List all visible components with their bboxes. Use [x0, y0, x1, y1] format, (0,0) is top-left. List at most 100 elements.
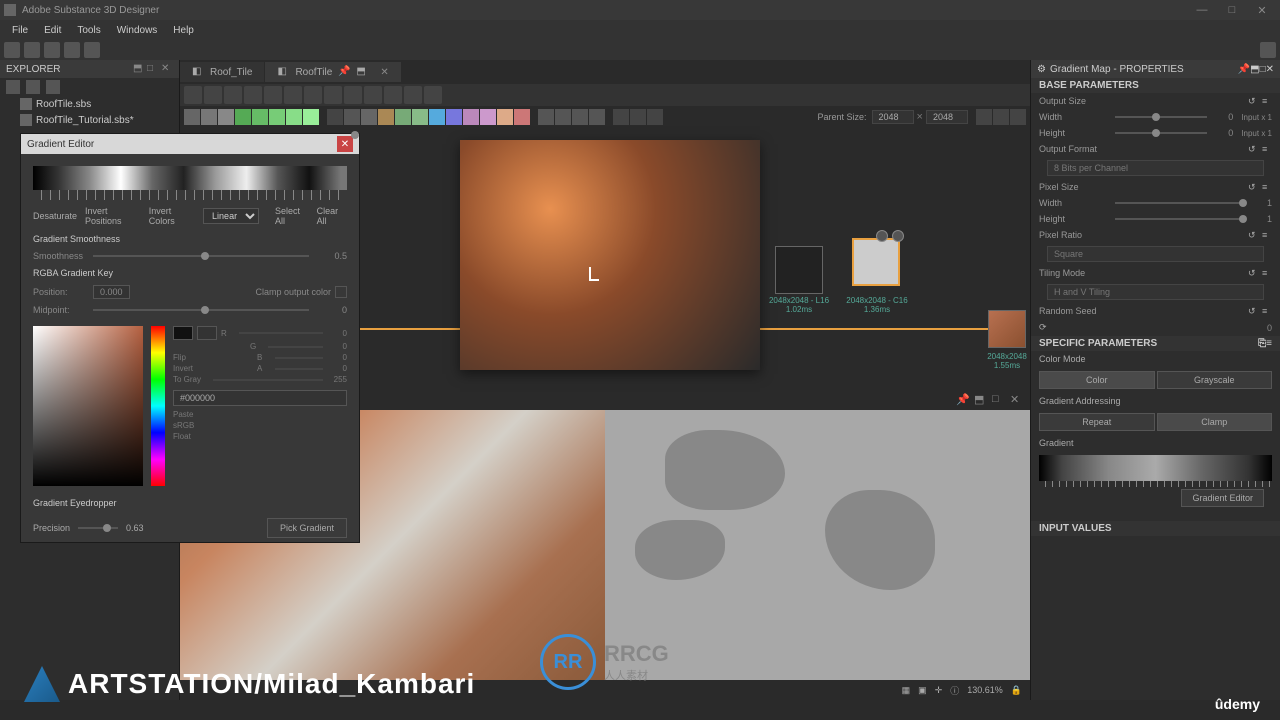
- pixel-ratio-dropdown[interactable]: Square: [1047, 246, 1264, 262]
- menu-icon[interactable]: ≡: [1262, 96, 1272, 106]
- hex-input[interactable]: #000000: [173, 390, 347, 406]
- menu-icon[interactable]: ≡: [1262, 306, 1272, 316]
- addressing-repeat-button[interactable]: Repeat: [1039, 413, 1155, 431]
- swatch-previous[interactable]: [197, 326, 217, 340]
- gradient-preview[interactable]: [1039, 455, 1272, 481]
- expand-icon[interactable]: □: [992, 393, 1004, 405]
- close-button[interactable]: ✕: [337, 136, 353, 152]
- shelf-node-10[interactable]: [344, 109, 360, 125]
- shelf-opt-1[interactable]: [976, 109, 992, 125]
- info-icon[interactable]: [244, 86, 262, 104]
- clamp-checkbox[interactable]: [335, 286, 347, 298]
- shelf-node-8[interactable]: [303, 109, 319, 125]
- menu-icon[interactable]: ≡: [1262, 182, 1272, 192]
- shelf-node-15[interactable]: [429, 109, 445, 125]
- tiling-mode-dropdown[interactable]: H and V Tiling: [1047, 284, 1264, 300]
- color-picker-field[interactable]: [33, 326, 143, 486]
- grid-icon[interactable]: ▦: [902, 685, 911, 696]
- tab-roof-tile-2[interactable]: ◧ RoofTile 📌 ⬒ ✕: [265, 62, 400, 82]
- shelf-node-4[interactable]: [235, 109, 251, 125]
- break-icon[interactable]: [364, 86, 382, 104]
- randomize-icon[interactable]: ⟳: [1039, 322, 1053, 333]
- addressing-clamp-button[interactable]: Clamp: [1157, 413, 1273, 431]
- new-icon[interactable]: [4, 42, 20, 58]
- open-icon[interactable]: [24, 42, 40, 58]
- shelf-node-19[interactable]: [497, 109, 513, 125]
- shelf-node-22[interactable]: [555, 109, 571, 125]
- menu-file[interactable]: File: [4, 23, 36, 38]
- shelf-node-11[interactable]: [361, 109, 377, 125]
- maximize-panel-icon[interactable]: □: [147, 63, 159, 75]
- menu-icon[interactable]: ≡: [1266, 338, 1272, 349]
- dock-icon[interactable]: ⬒: [133, 63, 145, 75]
- refresh-icon[interactable]: [44, 42, 60, 58]
- tree-item[interactable]: RoofTile.sbs: [0, 96, 179, 112]
- move-icon[interactable]: [204, 86, 222, 104]
- section-specific[interactable]: SPECIFIC PARAMETERS ⎘ ≡: [1031, 336, 1280, 351]
- pick-gradient-button[interactable]: Pick Gradient: [267, 518, 347, 538]
- close-button[interactable]: ✕: [1248, 1, 1276, 19]
- menu-icon[interactable]: ≡: [1262, 268, 1272, 278]
- link-icon[interactable]: [46, 80, 60, 94]
- desaturate-button[interactable]: Desaturate: [33, 211, 77, 221]
- new-folder-icon[interactable]: [26, 80, 40, 94]
- pan-icon[interactable]: [184, 86, 202, 104]
- pin-icon[interactable]: 📌: [956, 393, 968, 405]
- paste-button[interactable]: Paste: [173, 408, 347, 419]
- px-width-slider[interactable]: [1115, 202, 1246, 204]
- a-slider[interactable]: [275, 368, 323, 370]
- node-badge-icon[interactable]: [892, 230, 904, 242]
- maximize-button[interactable]: □: [1218, 1, 1246, 19]
- shelf-tool-2[interactable]: [630, 109, 646, 125]
- section-input-values[interactable]: INPUT VALUES: [1031, 521, 1280, 536]
- shelf-node-14[interactable]: [412, 109, 428, 125]
- reset-icon[interactable]: ↺: [1248, 144, 1258, 154]
- parent-size-b-dropdown[interactable]: 2048: [926, 110, 968, 124]
- zoom-icon[interactable]: [264, 86, 282, 104]
- reference-image-overlay[interactable]: [460, 140, 760, 370]
- reset-icon[interactable]: ↺: [1248, 182, 1258, 192]
- fit-icon[interactable]: [284, 86, 302, 104]
- undo-icon[interactable]: [1260, 42, 1276, 58]
- select-all-button[interactable]: Select All: [275, 206, 309, 226]
- width-slider[interactable]: [1115, 116, 1207, 118]
- swatch-current[interactable]: [173, 326, 193, 340]
- gradient-editor-titlebar[interactable]: Gradient Editor ✕: [21, 134, 359, 154]
- refresh-icon[interactable]: [384, 86, 402, 104]
- shelf-node-24[interactable]: [589, 109, 605, 125]
- snap-icon[interactable]: [424, 86, 442, 104]
- reset-icon[interactable]: ↺: [1248, 306, 1258, 316]
- parent-size-a-dropdown[interactable]: 2048: [872, 110, 914, 124]
- menu-edit[interactable]: Edit: [36, 23, 69, 38]
- shelf-tool-1[interactable]: [613, 109, 629, 125]
- shelf-opt-2[interactable]: [993, 109, 1009, 125]
- shelf-node-12[interactable]: [378, 109, 394, 125]
- node-badge-icon[interactable]: [876, 230, 888, 242]
- position-input[interactable]: 0.000: [93, 285, 130, 299]
- copy-icon[interactable]: ⎘: [1258, 338, 1266, 349]
- lock-icon[interactable]: 🔒: [1011, 685, 1022, 696]
- frame-icon[interactable]: [404, 86, 422, 104]
- shelf-node-3[interactable]: [218, 109, 234, 125]
- shelf-node-21[interactable]: [538, 109, 554, 125]
- clear-all-button[interactable]: Clear All: [317, 206, 347, 226]
- srgb-button[interactable]: sRGB: [173, 421, 347, 430]
- shelf-opt-3[interactable]: [1010, 109, 1026, 125]
- graph-node-selected[interactable]: [852, 238, 900, 286]
- reset-icon[interactable]: ↺: [1248, 96, 1258, 106]
- smoothness-slider[interactable]: [93, 255, 309, 257]
- precision-slider[interactable]: [78, 527, 118, 529]
- height-slider[interactable]: [1115, 132, 1207, 134]
- interpolation-dropdown[interactable]: Linear: [203, 208, 259, 224]
- output-format-dropdown[interactable]: 8 Bits per Channel: [1047, 160, 1264, 176]
- dock-icon[interactable]: ⬒: [1250, 64, 1259, 75]
- expand-icon[interactable]: ⬒: [356, 66, 368, 78]
- r-slider[interactable]: [239, 332, 323, 334]
- minimize-button[interactable]: —: [1188, 1, 1216, 19]
- menu-tools[interactable]: Tools: [69, 23, 108, 38]
- save-icon[interactable]: [64, 42, 80, 58]
- shelf-node-6[interactable]: [269, 109, 285, 125]
- menu-icon[interactable]: ≡: [1262, 230, 1272, 240]
- gradient-strip[interactable]: [33, 166, 347, 190]
- shelf-node-16[interactable]: [446, 109, 462, 125]
